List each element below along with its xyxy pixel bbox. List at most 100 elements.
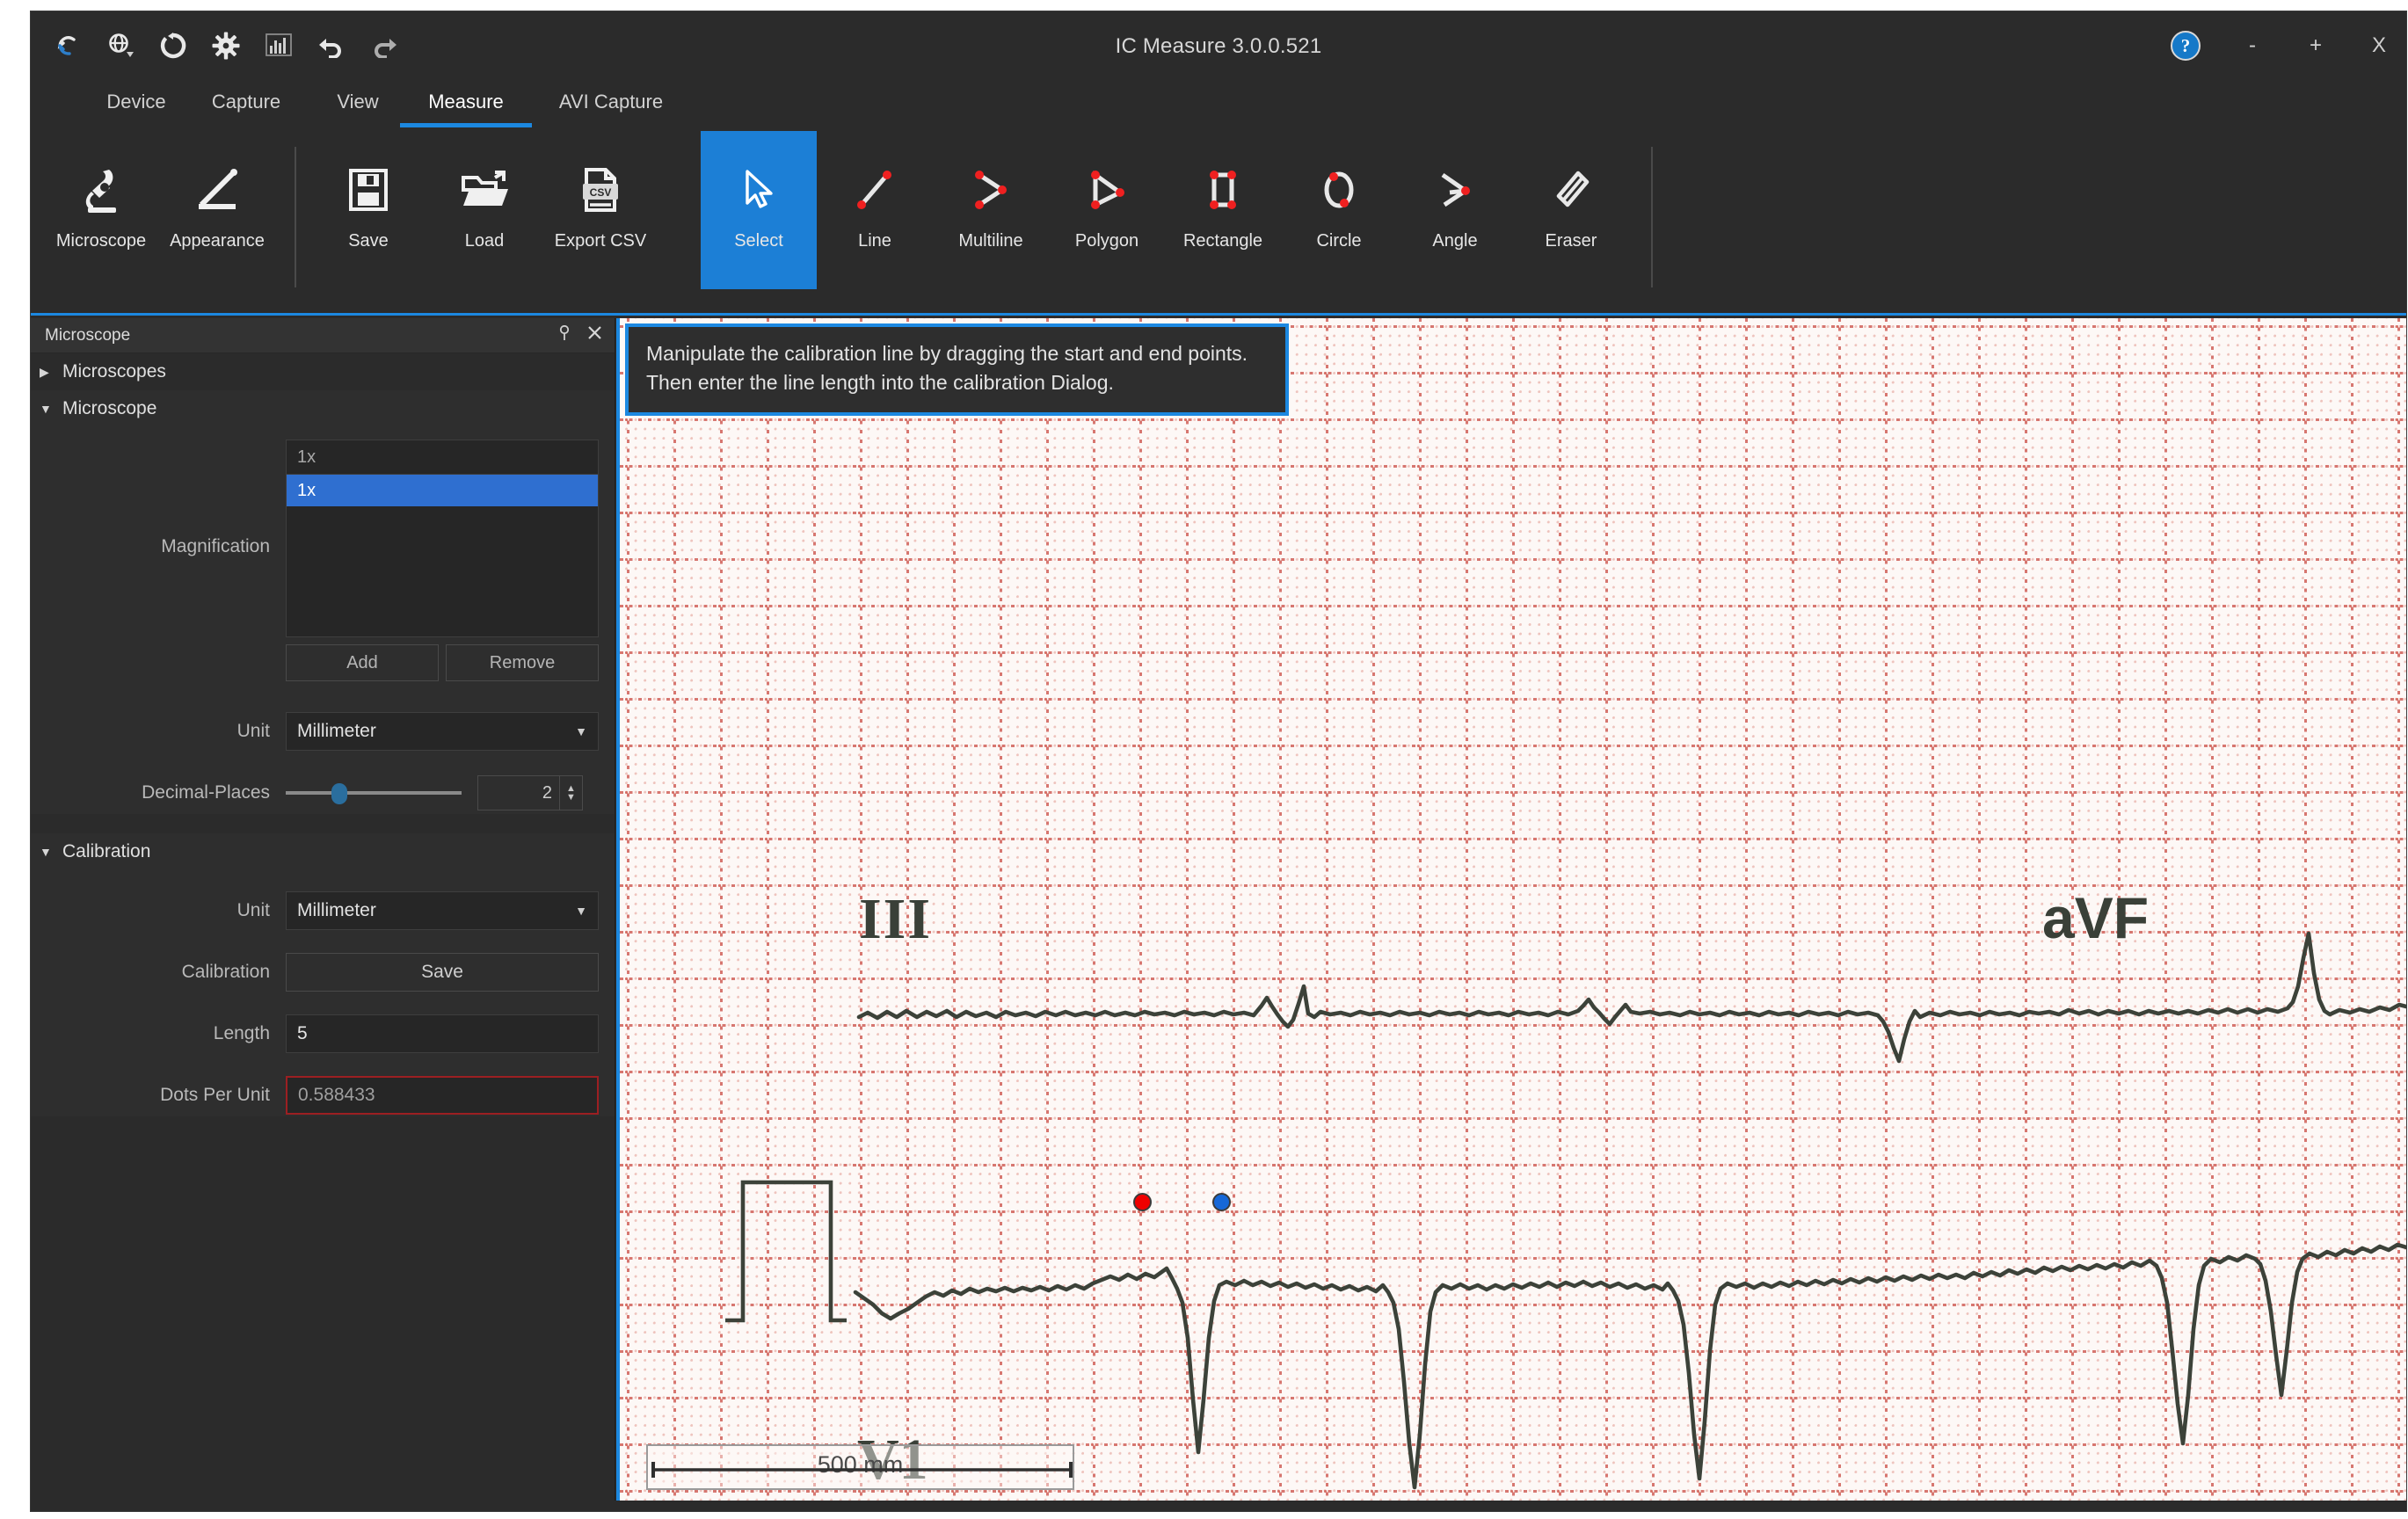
tree-item-microscope[interactable]: ▼ Microscope bbox=[31, 390, 615, 427]
select-tool-button[interactable]: Select bbox=[701, 131, 817, 289]
ribbon-group-file: Save Load bbox=[310, 131, 658, 310]
microscope-unit-select[interactable]: Millimeter ▼ bbox=[286, 712, 599, 751]
slider-knob[interactable] bbox=[331, 783, 347, 804]
minimize-button[interactable]: - bbox=[2241, 34, 2264, 57]
polygon-label: Polygon bbox=[1075, 231, 1139, 251]
ribbon-separator-right bbox=[1651, 147, 1653, 287]
menu-bar: Device Capture View Measure AVI Capture bbox=[31, 80, 2406, 131]
multiline-label: Multiline bbox=[958, 231, 1022, 251]
length-label: Length bbox=[31, 1023, 286, 1044]
calibration-section: Unit Millimeter ▼ Calibration Save Lengt… bbox=[31, 870, 615, 1116]
close-button[interactable]: X bbox=[2368, 34, 2390, 57]
microscope-section: Magnification 1x 1x Add Remove Unit M bbox=[31, 427, 615, 814]
save-icon bbox=[346, 150, 391, 229]
chevron-down-icon: ▼ bbox=[575, 904, 587, 918]
rectangle-tool-button[interactable]: Rectangle bbox=[1165, 131, 1281, 289]
rectangle-icon bbox=[1198, 150, 1248, 229]
length-input[interactable]: 5 bbox=[286, 1014, 599, 1053]
decimal-places-value[interactable]: 2 bbox=[477, 775, 560, 810]
angle-tool-button[interactable]: Angle bbox=[1397, 131, 1513, 289]
multiline-tool-button[interactable]: Multiline bbox=[933, 131, 1049, 289]
magnification-row: Magnification 1x 1x Add Remove bbox=[31, 427, 615, 691]
appearance-button[interactable]: Appearance bbox=[159, 131, 275, 289]
lead-label-aVF: aVF bbox=[2042, 884, 2149, 951]
save-button[interactable]: Save bbox=[310, 131, 426, 289]
polygon-icon bbox=[1082, 150, 1131, 229]
tab-avi-capture[interactable]: AVI Capture bbox=[532, 80, 690, 131]
maximize-button[interactable]: + bbox=[2304, 34, 2327, 57]
tab-device[interactable]: Device bbox=[84, 80, 189, 131]
list-item[interactable]: 1x bbox=[287, 475, 598, 506]
calibration-unit-select[interactable]: Millimeter ▼ bbox=[286, 891, 599, 930]
calibration-tooltip: Manipulate the calibration line by dragg… bbox=[625, 323, 1289, 416]
dots-per-unit-input[interactable]: 0.588433 bbox=[286, 1076, 599, 1115]
image-canvas[interactable]: III aVF V1 500 mm Manipulate the calibra… bbox=[616, 318, 2407, 1501]
circle-tool-button[interactable]: Circle bbox=[1281, 131, 1397, 289]
line-tool-button[interactable]: Line bbox=[817, 131, 933, 289]
multiline-icon bbox=[966, 150, 1015, 229]
dots-per-unit-label: Dots Per Unit bbox=[31, 1085, 286, 1106]
tab-label: View bbox=[337, 91, 378, 113]
dots-per-unit-row: Dots Per Unit 0.588433 bbox=[31, 1074, 615, 1116]
ecg-trace-III-aVF bbox=[859, 934, 2407, 1061]
decimal-places-stepper[interactable]: 2 ▲ ▼ bbox=[477, 775, 583, 810]
close-icon[interactable] bbox=[587, 325, 602, 345]
lead-label-III: III bbox=[859, 886, 932, 953]
rectangle-label: Rectangle bbox=[1183, 231, 1262, 251]
tree-item-calibration[interactable]: ▼ Calibration bbox=[31, 833, 615, 870]
chevron-down-icon: ▼ bbox=[40, 402, 62, 416]
calibration-save-button[interactable]: Save bbox=[286, 953, 599, 992]
help-icon[interactable]: ? bbox=[2171, 31, 2201, 61]
export-csv-button[interactable]: CSV Export CSV bbox=[542, 131, 658, 289]
magnification-list[interactable]: 1x bbox=[286, 475, 599, 637]
decimal-places-label: Decimal-Places bbox=[31, 782, 286, 803]
decimal-places-slider[interactable] bbox=[286, 780, 462, 806]
dots-per-unit-control: 0.588433 bbox=[286, 1076, 615, 1115]
angle-icon bbox=[1430, 150, 1480, 229]
circle-icon bbox=[1314, 150, 1364, 229]
chevron-down-icon: ▼ bbox=[40, 845, 62, 859]
calibration-length-row: Length 5 bbox=[31, 1013, 615, 1055]
line-label: Line bbox=[858, 231, 891, 251]
microscope-unit-value: Millimeter bbox=[297, 721, 376, 742]
microscope-panel: Microscope ▶ Microscopes ▼ Microscope Ma… bbox=[31, 318, 615, 1501]
scale-bar-ruler bbox=[648, 1460, 1076, 1479]
tooltip-line-2: Then enter the line length into the cali… bbox=[646, 368, 1269, 397]
load-label: Load bbox=[465, 231, 505, 251]
chevron-down-icon[interactable]: ▼ bbox=[566, 793, 576, 802]
calibration-end-point[interactable] bbox=[1212, 1193, 1231, 1211]
eraser-label: Eraser bbox=[1546, 231, 1597, 251]
microscope-unit-label: Unit bbox=[31, 721, 286, 742]
tab-label: Capture bbox=[212, 91, 280, 113]
tab-label: AVI Capture bbox=[559, 91, 663, 113]
magnification-input[interactable]: 1x bbox=[286, 440, 599, 475]
folder-open-icon bbox=[460, 150, 509, 229]
tab-measure[interactable]: Measure bbox=[400, 80, 532, 131]
eraser-tool-button[interactable]: Eraser bbox=[1513, 131, 1629, 289]
tab-label: Measure bbox=[428, 91, 504, 113]
length-control: 5 bbox=[286, 1014, 615, 1053]
tree-item-microscopes[interactable]: ▶ Microscopes bbox=[31, 353, 615, 390]
pin-icon[interactable] bbox=[557, 325, 571, 346]
add-button[interactable]: Add bbox=[286, 644, 439, 681]
ecg-trace-V1 bbox=[855, 1245, 2407, 1487]
tab-label: Device bbox=[106, 91, 165, 113]
tab-capture[interactable]: Capture bbox=[189, 80, 303, 131]
appearance-icon bbox=[190, 150, 244, 229]
calibration-save-row: Calibration Save bbox=[31, 951, 615, 993]
microscope-unit-control: Millimeter ▼ bbox=[286, 712, 615, 751]
remove-button[interactable]: Remove bbox=[446, 644, 599, 681]
load-button[interactable]: Load bbox=[426, 131, 542, 289]
window-controls: ? - + X bbox=[2171, 27, 2390, 64]
calibration-start-point[interactable] bbox=[1133, 1193, 1152, 1211]
polygon-tool-button[interactable]: Polygon bbox=[1049, 131, 1165, 289]
appearance-label: Appearance bbox=[170, 231, 265, 251]
tab-view[interactable]: View bbox=[310, 80, 405, 131]
microscope-unit-row: Unit Millimeter ▼ bbox=[31, 710, 615, 752]
microscope-button[interactable]: Microscope bbox=[43, 131, 159, 289]
title-bar: IC Measure 3.0.0.521 ? - + X bbox=[31, 11, 2406, 80]
calibration-section-label: Calibration bbox=[62, 841, 150, 862]
calibration-line[interactable] bbox=[1142, 1193, 1222, 1211]
tree-label: Microscopes bbox=[62, 361, 166, 382]
stepper-arrows[interactable]: ▲ ▼ bbox=[560, 775, 583, 810]
